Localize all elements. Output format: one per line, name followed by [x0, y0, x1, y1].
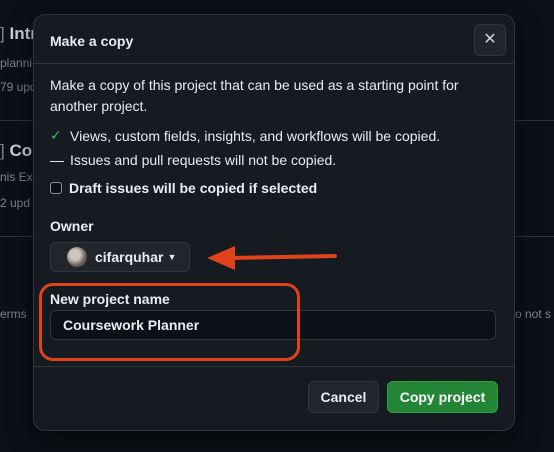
bg-project-title-2: ] Co — [0, 141, 33, 160]
make-a-copy-dialog: Make a copy ✕ Make a copy of this projec… — [33, 14, 515, 431]
project-name-label: New project name — [50, 291, 170, 307]
draft-issues-option: Draft issues will be copied if selected — [50, 180, 317, 196]
owner-label: Owner — [50, 218, 94, 234]
info-not-copied-text: Issues and pull requests will not be cop… — [70, 152, 337, 168]
bg-project-meta-1a: planni — [0, 56, 33, 70]
draft-issues-checkbox[interactable] — [50, 182, 62, 194]
draft-issues-label[interactable]: Draft issues will be copied if selected — [69, 180, 317, 196]
bg-project-meta-2a: nis Ex — [0, 170, 33, 184]
caret-down-icon: ▼ — [167, 252, 177, 262]
header-divider — [34, 63, 514, 64]
bg-footer-left: erms — [0, 307, 27, 321]
footer-divider — [34, 366, 514, 367]
dash-icon: — — [50, 152, 64, 168]
bg-footer-right: o not s — [515, 307, 552, 321]
copy-project-button[interactable]: Copy project — [387, 381, 498, 413]
close-button[interactable]: ✕ — [474, 24, 506, 56]
info-not-copied: — Issues and pull requests will not be c… — [50, 152, 336, 168]
check-icon: ✓ — [50, 127, 62, 143]
info-copied-text: Views, custom fields, insights, and work… — [70, 127, 441, 144]
dialog-title: Make a copy — [50, 33, 134, 49]
cancel-button[interactable]: Cancel — [308, 381, 379, 413]
bg-project-title-1: ] Intr — [0, 24, 37, 43]
dialog-description: Make a copy of this project that can be … — [50, 77, 459, 114]
owner-name: cifarquhar — [95, 249, 164, 265]
project-name-input[interactable] — [50, 310, 496, 340]
bg-project-meta-1b: 79 upd — [0, 80, 37, 94]
bg-project-meta-2b: 2 upd — [0, 196, 31, 210]
avatar — [67, 247, 87, 267]
owner-select-button[interactable]: cifarquhar ▼ — [50, 242, 190, 272]
info-copied: ✓ Views, custom fields, insights, and wo… — [50, 127, 440, 144]
x-icon: ✕ — [483, 31, 497, 48]
